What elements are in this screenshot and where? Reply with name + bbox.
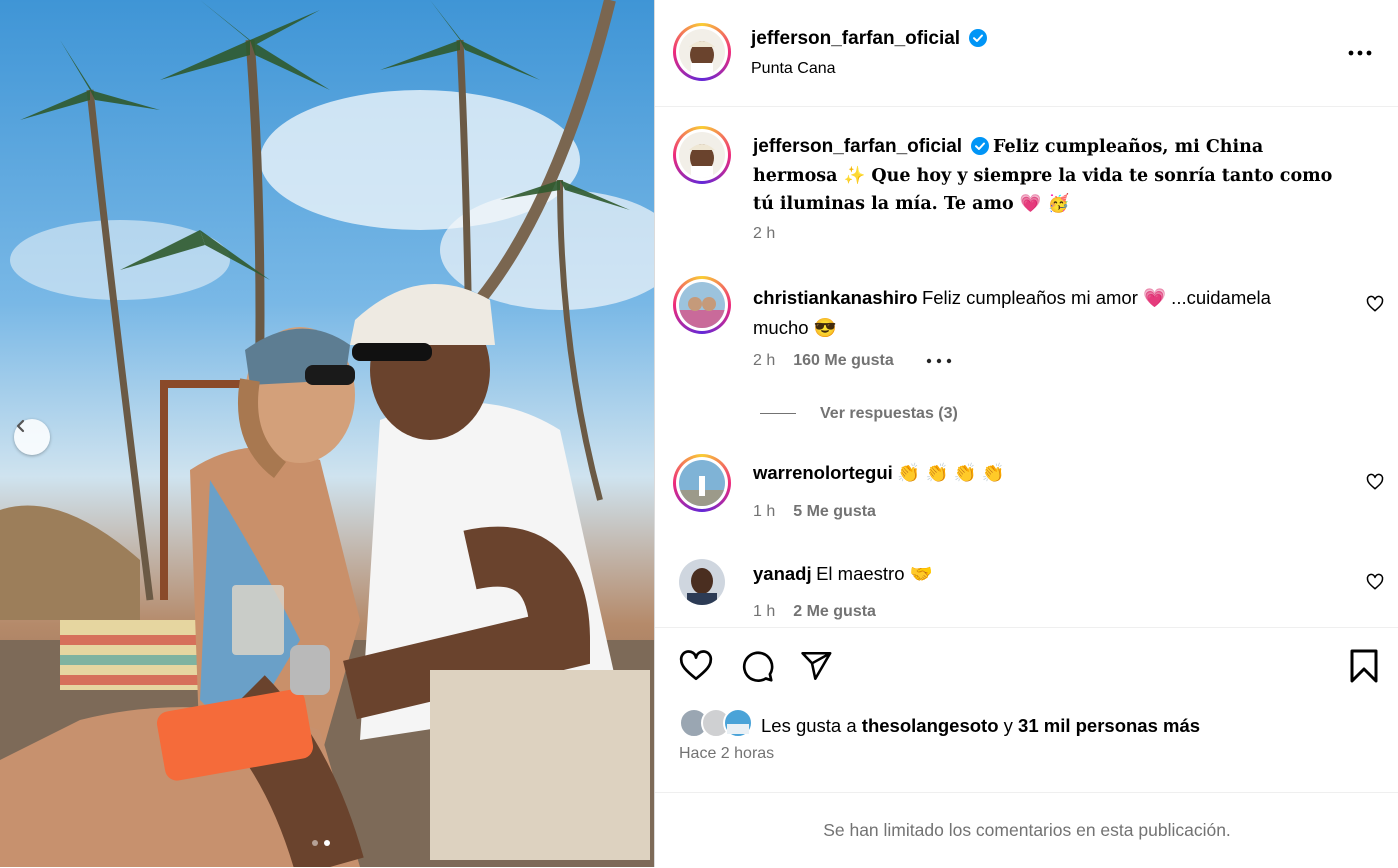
carousel-indicator (312, 840, 330, 846)
carousel-dot-active (324, 840, 330, 846)
caption-avatar[interactable] (673, 126, 731, 184)
author-username[interactable]: jefferson_farfan_oficial (751, 28, 960, 49)
more-icon[interactable] (926, 357, 952, 365)
comment-avatar[interactable] (673, 276, 731, 334)
comment-meta: 1 h 5 Me gusta (753, 503, 876, 521)
post-location[interactable]: Punta Cana (751, 60, 836, 78)
post-header: jefferson_farfan_oficial Punta Cana (655, 0, 1398, 107)
post-actions: Les gusta a thesolangesoto y 31 mil pers… (655, 627, 1398, 793)
comment-meta: 1 h 2 Me gusta (753, 603, 876, 621)
comment-item: christiankanashiro Feliz cumpleaños mi a… (753, 284, 1353, 342)
comment-text: El maestro 🤝 (816, 563, 933, 584)
avatar-image (679, 29, 725, 75)
comment-item: warrenolortegui 👏 👏 👏 👏 (753, 462, 1005, 484)
chevron-left-icon (16, 419, 25, 433)
comment-username[interactable]: christiankanashiro (753, 287, 918, 308)
avatar-image (679, 132, 725, 178)
caption-username[interactable]: jefferson_farfan_oficial (753, 136, 962, 157)
view-replies-button[interactable]: Ver respuestas (3) (820, 405, 958, 423)
comment-avatar[interactable] (679, 559, 725, 605)
replies-divider (760, 413, 796, 414)
beach-couple-image (0, 0, 654, 867)
likes-prefix: Les gusta a (761, 715, 857, 736)
comment-item: yanadj El maestro 🤝 (753, 563, 933, 585)
comment-time: 1 h (753, 503, 776, 520)
caption-text-line3: tú iluminas la mía. Te amo 💗 🥳 (753, 194, 1070, 214)
comment-likes[interactable]: 5 Me gusta (793, 503, 876, 521)
comment-likes[interactable]: 160 Me gusta (793, 352, 893, 370)
author-avatar[interactable] (673, 23, 731, 81)
carousel-dot (312, 840, 318, 846)
caption-timestamp: 2 h (753, 225, 776, 242)
comment-username[interactable]: yanadj (753, 563, 812, 584)
comment-time: 1 h (753, 603, 776, 620)
post-photo[interactable] (0, 0, 654, 867)
likes-others[interactable]: 31 mil personas más (1018, 715, 1200, 736)
heart-icon[interactable] (678, 648, 714, 684)
comment-like-icon[interactable] (1366, 473, 1384, 491)
comment-time: 2 h (753, 352, 776, 369)
caption-text-line2: hermosa ✨ Que hoy y siempre la vida te s… (753, 166, 1333, 186)
comment-text: Feliz cumpleaños mi amor 💗 ...cuidamela (921, 287, 1271, 308)
more-icon (1348, 50, 1372, 56)
post-panel: jefferson_farfan_oficial Punta Cana jeff… (654, 0, 1398, 867)
liked-by-avatars[interactable] (679, 708, 755, 738)
comment-icon[interactable] (739, 648, 775, 684)
comment-username[interactable]: warrenolortegui (753, 462, 893, 483)
likes-user[interactable]: thesolangesoto (862, 715, 999, 736)
comment-text-cont: mucho 😎 (753, 317, 837, 338)
comment-like-icon[interactable] (1366, 573, 1384, 591)
comments-limited-notice: Se han limitado los comentarios en esta … (655, 792, 1398, 868)
comment-meta: 2 h 160 Me gusta (753, 352, 952, 370)
comment-likes[interactable]: 2 Me gusta (793, 603, 876, 621)
post-timestamp[interactable]: Hace 2 horas (679, 745, 774, 763)
avatar-image (679, 460, 725, 506)
comment-avatar[interactable] (673, 454, 731, 512)
avatar-image (679, 559, 725, 605)
carousel-prev-button[interactable] (14, 419, 50, 455)
liker-avatars-image (679, 708, 753, 738)
bookmark-icon[interactable] (1348, 648, 1380, 684)
avatar-image (679, 282, 725, 328)
share-icon[interactable] (799, 649, 833, 683)
comment-text: 👏 👏 👏 👏 (897, 462, 1005, 483)
verified-icon (970, 137, 989, 155)
likes-summary: Les gusta a thesolangesoto y 31 mil pers… (761, 715, 1200, 737)
verified-icon (968, 29, 987, 47)
likes-joiner: y (1003, 715, 1013, 736)
more-options-button[interactable] (1347, 40, 1373, 71)
comment-like-icon[interactable] (1366, 295, 1384, 313)
caption-text-line1: Feliz cumpleaños, mi China (992, 137, 1264, 157)
post-caption: jefferson_farfan_oficial Feliz cumpleaño… (753, 133, 1373, 218)
